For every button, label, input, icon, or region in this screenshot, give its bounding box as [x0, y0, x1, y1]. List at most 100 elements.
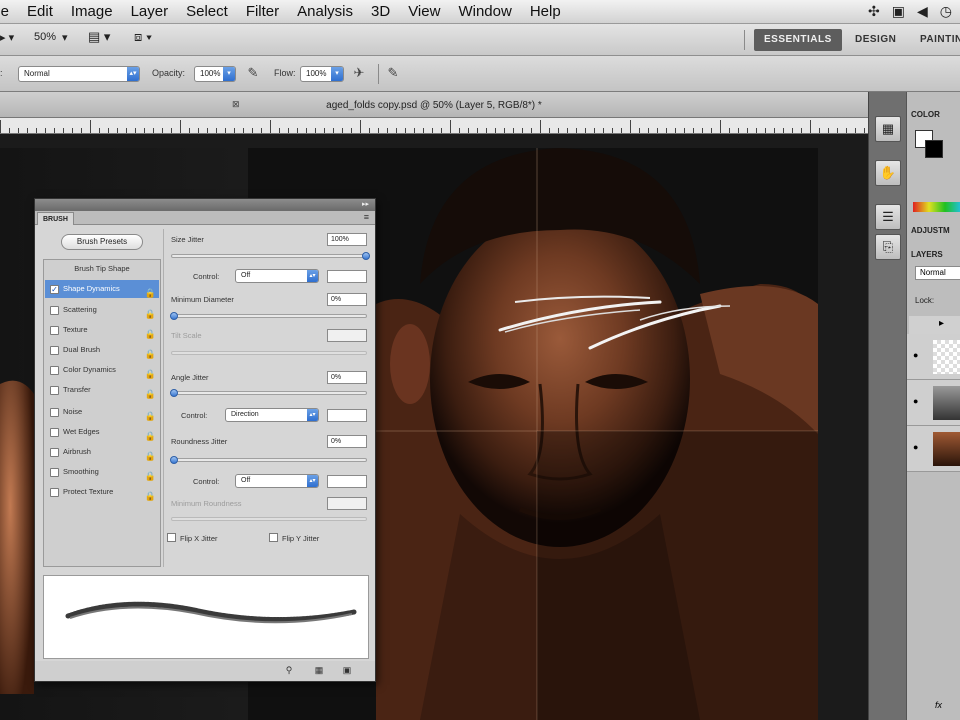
layer-row[interactable]: ● — [907, 334, 960, 380]
brush-option-smoothing[interactable]: Smoothing 🔒 — [45, 463, 159, 481]
screen-mode-icon[interactable]: ⧈ ▾ — [134, 29, 152, 45]
zoom-dropdown-icon[interactable]: ▾ — [62, 31, 68, 44]
size-control-fade-field[interactable] — [327, 270, 367, 283]
smoothing-checkbox[interactable] — [50, 468, 59, 477]
clone-source-icon[interactable]: ⎘ — [875, 234, 901, 260]
mode-select[interactable]: Normal ▴▾ — [18, 66, 140, 82]
angle-jitter-slider[interactable] — [170, 389, 367, 397]
opacity-select[interactable]: 100% ▾ — [194, 66, 236, 82]
menu-filter[interactable]: Filter — [237, 0, 288, 24]
bluetooth-icon[interactable]: ✣ — [868, 3, 880, 20]
layers-panel-tab[interactable]: LAYERS — [911, 250, 943, 259]
size-jitter-slider[interactable] — [171, 252, 370, 260]
layer-blend-mode-select[interactable]: Normal — [915, 266, 960, 280]
menu-view[interactable]: View — [399, 0, 449, 24]
lock-icon[interactable]: 🔒 — [145, 284, 156, 302]
color-panel-tab[interactable]: COLOR — [911, 110, 940, 119]
flip-y-checkbox[interactable] — [269, 533, 278, 542]
workspace-painting[interactable]: PAINTIN — [910, 29, 960, 51]
size-jitter-slider-knob[interactable] — [362, 252, 370, 260]
clock-icon[interactable]: ◷ — [940, 3, 952, 20]
airbrush-checkbox[interactable] — [50, 448, 59, 457]
wet-edges-checkbox[interactable] — [50, 428, 59, 437]
volume-icon[interactable]: ◀ — [917, 3, 928, 20]
tablet-size-icon[interactable]: ✎ — [384, 65, 402, 83]
noise-checkbox[interactable] — [50, 408, 59, 417]
horizontal-ruler[interactable] — [0, 118, 868, 134]
menu-help[interactable]: Help — [521, 0, 570, 24]
minimum-diameter-value[interactable]: 0% — [327, 293, 367, 306]
collapse-panel-icon[interactable]: ▸▸ — [362, 200, 369, 208]
lock-icon[interactable]: 🔒 — [145, 487, 156, 505]
flip-x-checkbox[interactable] — [167, 533, 176, 542]
airbrush-icon[interactable]: ✈ — [350, 65, 368, 83]
minimum-diameter-slider-knob[interactable] — [170, 312, 178, 320]
layer-visibility-icon[interactable]: ● — [913, 396, 918, 406]
texture-checkbox[interactable] — [50, 326, 59, 335]
menu-file[interactable]: ile — [0, 0, 18, 24]
size-jitter-value[interactable]: 100% — [327, 233, 367, 246]
dual-brush-checkbox[interactable] — [50, 346, 59, 355]
angle-jitter-slider-knob[interactable] — [170, 389, 178, 397]
menu-analysis[interactable]: Analysis — [288, 0, 362, 24]
layer-row[interactable]: ● — [907, 380, 960, 426]
brush-option-transfer[interactable]: Transfer 🔒 — [45, 381, 159, 399]
toggle-live-tip-preview-icon[interactable]: ⚲ — [283, 665, 295, 677]
minimum-diameter-slider[interactable] — [170, 312, 367, 320]
brush-panel-titlebar[interactable]: ▸▸ — [35, 199, 375, 211]
brush-option-wet-edges[interactable]: Wet Edges 🔒 — [45, 423, 159, 441]
document-title[interactable]: aged_folds copy.psd @ 50% (Layer 5, RGB/… — [0, 100, 868, 111]
show-grid-icon[interactable]: ▦ — [313, 665, 325, 677]
lock-icon[interactable]: 🔒 — [145, 385, 156, 403]
menu-3d[interactable]: 3D — [362, 0, 399, 24]
brush-option-shape-dynamics[interactable]: ✓ Shape Dynamics 🔒 — [45, 280, 159, 298]
brush-option-scattering[interactable]: Scattering 🔒 — [45, 301, 159, 319]
flip-y-jitter[interactable]: Flip Y Jitter — [269, 533, 319, 543]
brush-option-airbrush[interactable]: Airbrush 🔒 — [45, 443, 159, 461]
brush-option-noise[interactable]: Noise 🔒 — [45, 403, 159, 421]
size-control-select[interactable]: Off ▴▾ — [235, 269, 319, 283]
workspace-design[interactable]: DESIGN — [845, 29, 906, 51]
flip-x-jitter[interactable]: Flip X Jitter — [167, 533, 218, 543]
menu-edit[interactable]: Edit — [18, 0, 62, 24]
flow-select[interactable]: 100% ▾ — [300, 66, 344, 82]
layer-group-arrow-icon[interactable]: ▸ — [939, 318, 944, 329]
brush-presets-button[interactable]: Brush Presets — [61, 234, 143, 250]
roundness-jitter-value[interactable]: 0% — [327, 435, 367, 448]
roundness-jitter-slider[interactable] — [170, 456, 367, 464]
protect-texture-checkbox[interactable] — [50, 488, 59, 497]
brush-option-texture[interactable]: Texture 🔒 — [45, 321, 159, 339]
roundness-control-fade-field[interactable] — [327, 475, 367, 488]
color-dynamics-checkbox[interactable] — [50, 366, 59, 375]
roundness-jitter-slider-knob[interactable] — [170, 456, 178, 464]
brush-option-color-dynamics[interactable]: Color Dynamics 🔒 — [45, 361, 159, 379]
angle-control-fade-field[interactable] — [327, 409, 367, 422]
tablet-opacity-icon[interactable]: ✎ — [244, 65, 262, 83]
brush-option-protect-texture[interactable]: Protect Texture 🔒 — [45, 483, 159, 501]
background-color-swatch[interactable] — [925, 140, 943, 158]
zoom-level[interactable]: 50% — [34, 31, 56, 43]
menu-image[interactable]: Image — [62, 0, 122, 24]
menu-window[interactable]: Window — [449, 0, 520, 24]
zoom-tool-icon[interactable]: ▸ ▾ — [0, 31, 14, 44]
angle-jitter-value[interactable]: 0% — [327, 371, 367, 384]
roundness-control-select[interactable]: Off ▴▾ — [235, 474, 319, 488]
history-panel-icon[interactable]: ▦ — [875, 116, 901, 142]
brush-tab[interactable]: BRUSH — [37, 212, 74, 225]
color-ramp[interactable] — [913, 202, 960, 212]
workspace-essentials[interactable]: ESSENTIALS — [754, 29, 842, 51]
shape-dynamics-checkbox[interactable]: ✓ — [50, 285, 59, 294]
layer-visibility-icon[interactable]: ● — [913, 350, 918, 360]
brush-panel-icon[interactable]: ✋ — [875, 160, 901, 186]
transfer-checkbox[interactable] — [50, 386, 59, 395]
menu-select[interactable]: Select — [177, 0, 237, 24]
brush-tip-shape-item[interactable]: Brush Tip Shape — [44, 264, 160, 273]
layer-row[interactable]: ● — [907, 426, 960, 472]
layer-effects-icon[interactable]: fx — [935, 700, 942, 710]
arrange-documents-icon[interactable]: ▤ ▾ — [88, 29, 110, 45]
brush-option-dual-brush[interactable]: Dual Brush 🔒 — [45, 341, 159, 359]
display-icon[interactable]: ▣ — [892, 3, 905, 20]
panel-menu-icon[interactable]: ≡ — [364, 212, 369, 222]
menu-layer[interactable]: Layer — [122, 0, 178, 24]
scattering-checkbox[interactable] — [50, 306, 59, 315]
